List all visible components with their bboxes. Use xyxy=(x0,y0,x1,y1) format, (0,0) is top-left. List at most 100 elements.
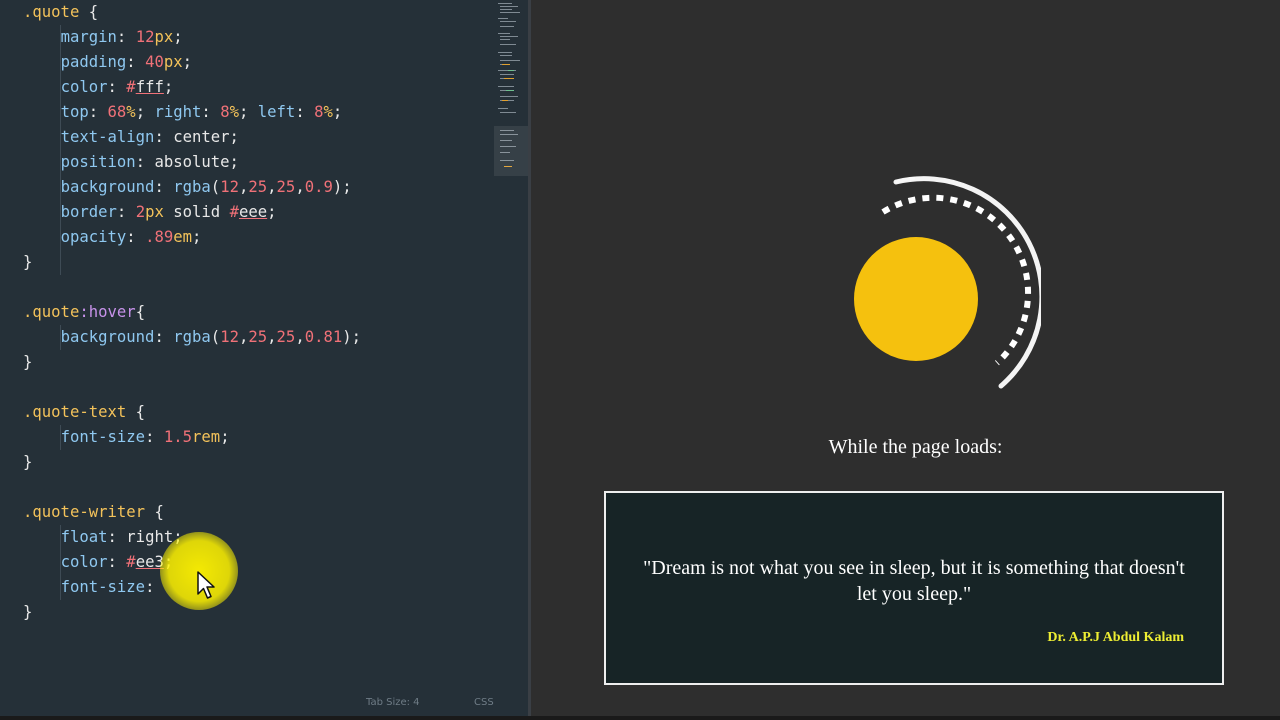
loading-text: While the page loads: xyxy=(828,436,1003,458)
code-token: ; xyxy=(267,203,277,221)
browser-preview: While the page loads: "Dream is not what… xyxy=(531,0,1280,716)
code-token: 8 xyxy=(314,103,324,121)
code-token: 25 xyxy=(276,328,296,346)
code-token: font-size xyxy=(60,578,146,596)
code-token: : xyxy=(145,428,164,446)
code-token: margin xyxy=(60,28,117,46)
code-token: 0.81 xyxy=(304,328,343,346)
code-token: } xyxy=(23,253,33,271)
code-token: .quote-writer xyxy=(23,503,146,521)
code-token: padding xyxy=(60,53,127,71)
quote-box: "Dream is not what you see in sleep, but… xyxy=(604,491,1224,685)
code-token: em xyxy=(173,228,193,246)
code-token: rem xyxy=(192,428,221,446)
loader-spinner-icon xyxy=(854,176,1041,389)
code-token: ; xyxy=(135,103,155,121)
code-editor[interactable]: .quote { margin: 12px; padding: 40px; co… xyxy=(0,0,528,716)
code-token: 1.5 xyxy=(163,428,193,446)
code-token: px xyxy=(154,28,174,46)
code-line[interactable]: opacity: .89em; xyxy=(23,225,202,250)
code-line[interactable]: } xyxy=(23,450,32,475)
code-token: : xyxy=(116,203,136,221)
code-token: eee xyxy=(238,203,268,221)
code-line[interactable]: } xyxy=(23,600,32,625)
code-token: ; xyxy=(173,28,183,46)
code-line[interactable]: color: #fff; xyxy=(23,75,174,100)
tab-size-indicator[interactable]: Tab Size: 4 xyxy=(366,697,420,708)
code-line[interactable]: .quote-text { xyxy=(23,400,145,425)
code-token: : xyxy=(201,103,221,121)
code-token: :hover xyxy=(79,303,136,321)
code-line[interactable]: font-size: xyxy=(23,575,164,600)
code-line[interactable]: color: #ee3; xyxy=(23,550,174,575)
code-token: ; xyxy=(238,103,258,121)
code-token: 2 xyxy=(135,203,146,221)
code-line[interactable]: border: 2px solid #eee; xyxy=(23,200,277,225)
code-token: } xyxy=(23,353,33,371)
code-token: ; xyxy=(220,428,230,446)
code-token: .quote-text xyxy=(23,403,127,421)
syntax-indicator[interactable]: CSS xyxy=(474,697,494,708)
code-token: : xyxy=(88,103,108,121)
code-token: ( xyxy=(210,178,221,196)
code-token: , xyxy=(238,328,249,346)
code-token: ); xyxy=(342,328,362,346)
code-token: # xyxy=(126,553,136,571)
code-token: 40 xyxy=(145,53,164,71)
code-line[interactable]: margin: 12px; xyxy=(23,25,183,50)
code-token: { xyxy=(135,303,146,321)
code-token: , xyxy=(295,178,305,196)
code-token: 12 xyxy=(135,28,155,46)
code-token: } xyxy=(23,603,33,621)
code-line[interactable]: top: 68%; right: 8%; left: 8%; xyxy=(23,100,343,125)
code-line[interactable]: float: right; xyxy=(23,525,183,550)
code-line[interactable]: } xyxy=(23,250,32,275)
code-token: 25 xyxy=(248,178,268,196)
code-token: { xyxy=(145,503,164,521)
code-line[interactable]: background: rgba(12,25,25,0.81); xyxy=(23,325,361,350)
code-token: opacity xyxy=(60,228,127,246)
code-token: % xyxy=(126,103,136,121)
code-line[interactable]: position: absolute; xyxy=(23,150,239,175)
code-token: 12 xyxy=(220,178,239,196)
code-token: float xyxy=(60,528,108,546)
code-line[interactable]: text-align: center; xyxy=(23,125,239,150)
code-token: : xyxy=(126,228,146,246)
code-token: font-size xyxy=(60,428,146,446)
code-token: ); xyxy=(332,178,352,196)
code-token: % xyxy=(229,103,239,121)
code-token: position xyxy=(60,153,136,171)
code-line[interactable]: padding: 40px; xyxy=(23,50,192,75)
code-line[interactable]: .quote:hover{ xyxy=(23,300,145,325)
status-bar: Tab Size: 4 CSS xyxy=(0,692,528,716)
code-token: solid xyxy=(163,203,230,221)
code-line[interactable]: .quote-writer { xyxy=(23,500,164,525)
code-token: 0.9 xyxy=(304,178,333,196)
code-token: .quote xyxy=(23,3,80,21)
code-token: { xyxy=(79,3,99,21)
code-token: , xyxy=(267,328,277,346)
code-token: 12 xyxy=(220,328,239,346)
code-token: : center; xyxy=(154,128,239,146)
code-line[interactable]: } xyxy=(23,350,32,375)
minimap-viewport[interactable] xyxy=(494,126,528,176)
code-token: 25 xyxy=(248,328,268,346)
code-token: , xyxy=(267,178,277,196)
code-token: ; xyxy=(182,53,193,71)
code-token: : xyxy=(295,103,315,121)
code-line[interactable]: .quote { xyxy=(23,0,98,25)
code-line[interactable]: background: rgba(12,25,25,0.9); xyxy=(23,175,352,200)
code-token: background xyxy=(60,178,155,196)
code-line[interactable]: font-size: 1.5rem; xyxy=(23,425,230,450)
code-token: right xyxy=(154,103,202,121)
